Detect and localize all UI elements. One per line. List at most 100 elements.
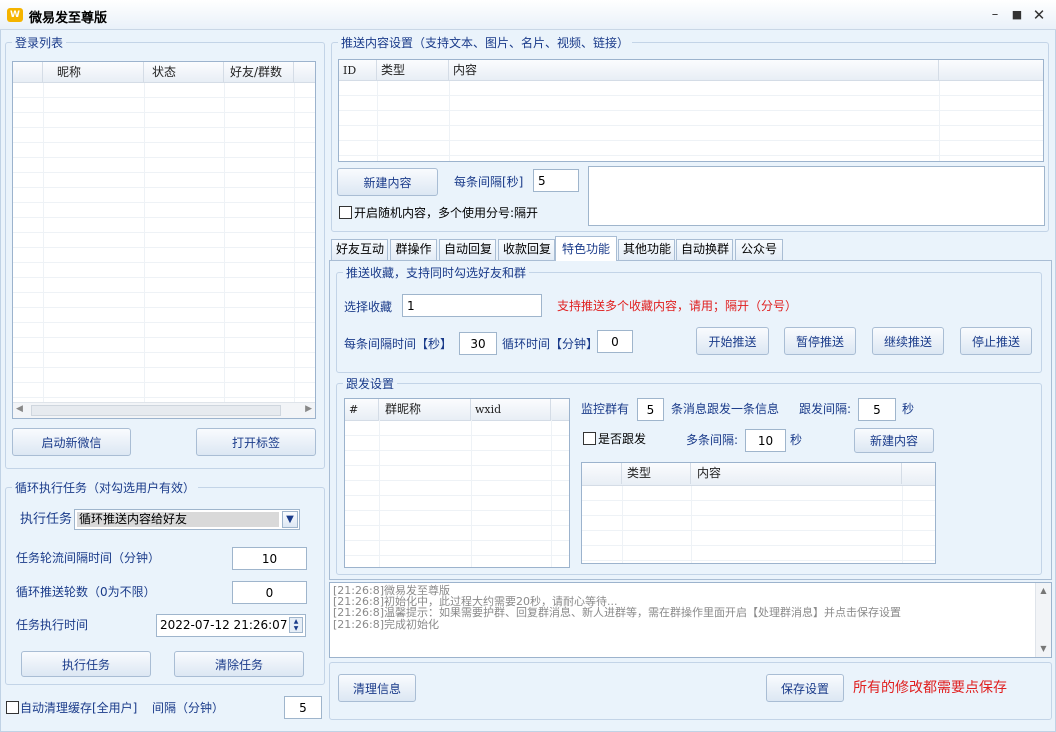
follow-checkbox-label: 是否跟发 [598,432,647,446]
start-new-wechat-button[interactable]: 启动新微信 [12,428,131,456]
interval-label: 任务轮流间隔时间（分钟） [16,551,161,565]
column-header-status[interactable]: 状态 [144,62,224,83]
tab-auto-switch-group[interactable]: 自动换群 [676,239,733,260]
exec-time-value: 2022-07-12 21:26:07 [160,618,288,632]
multi-interval-input[interactable] [745,429,786,452]
multi-interval-label: 多条间隔: [686,433,739,447]
interval-input[interactable] [232,547,307,570]
close-icon[interactable]: ✕ [1030,6,1048,24]
login-list-rows [13,83,315,402]
follow-content-rows [582,486,935,563]
scroll-thumb[interactable] [31,405,281,416]
tab-payment-reply[interactable]: 收款回复 [498,239,555,260]
auto-clean-checkbox[interactable] [6,701,19,714]
push-interval-label: 每条间隔[秒] [454,175,524,189]
clear-info-button[interactable]: 清理信息 [338,674,416,702]
spin-icon[interactable]: ▲ ▼ [289,617,303,633]
push-content-table[interactable]: ID 类型 内容 [338,59,1044,162]
column-header-id[interactable]: ID [339,60,377,81]
auto-clean-label: 自动清理缓存[全用户] [20,701,138,715]
log-line: [21:26:8]温馨提示：如果需要护群、回复群消息、新人进群等，需在群操作里面… [333,606,901,619]
scroll-left-icon[interactable]: ◀ [16,404,23,414]
follow-group-table[interactable]: # 群昵称 wxid [344,398,570,568]
open-tag-button[interactable]: 打开标签 [196,428,316,456]
column-header-nickname[interactable]: 昵称 [43,62,144,83]
stop-push-button[interactable]: 停止推送 [960,327,1032,355]
run-task-button[interactable]: 执行任务 [21,651,151,677]
random-content-label: 开启随机内容，多个使用分号:隔开 [354,206,539,220]
follow-content-table[interactable]: 类型 内容 [581,462,936,564]
scroll-up-icon[interactable]: ▲ [1036,584,1051,598]
column-header-group-nickname[interactable]: 群昵称 [379,399,471,420]
random-content-textarea[interactable] [588,166,1045,226]
column-header-blank[interactable] [582,463,622,484]
exec-time-picker[interactable]: 2022-07-12 21:26:07 ▲ ▼ [156,614,306,637]
start-push-button[interactable]: 开始推送 [696,327,769,355]
auto-clean-interval-label: 间隔（分钟） [152,701,225,715]
app-logo-icon: W [7,8,23,22]
column-header-extra[interactable] [939,60,1043,81]
save-settings-button[interactable]: 保存设置 [766,674,844,702]
favorite-cycle-label: 循环时间【分钟】 [502,337,599,351]
login-list-table[interactable]: 昵称 状态 好友/群数 ◀ ▶ [12,61,316,419]
clear-task-button[interactable]: 清除任务 [174,651,304,677]
pause-push-button[interactable]: 暂停推送 [784,327,856,355]
chevron-down-icon[interactable]: ▼ [282,511,298,528]
rounds-label: 循环推送轮数（0为不限） [16,585,156,599]
monitor-count-input[interactable] [637,398,664,421]
column-header-count[interactable]: 好友/群数 [224,62,294,83]
login-list-title: 登录列表 [12,34,67,51]
exec-time-label: 任务执行时间 [16,618,89,632]
column-header-extra[interactable] [902,463,935,484]
column-header-content[interactable]: 内容 [691,463,902,484]
follow-interval-label: 跟发间隔: [799,402,852,416]
follow-new-content-button[interactable]: 新建内容 [854,428,934,453]
push-content-title: 推送内容设置（支持文本、图片、名片、视频、链接） [338,34,633,51]
login-list-header: 昵称 状态 好友/群数 [13,62,315,83]
follow-content-header: 类型 内容 [582,463,935,486]
tab-special-features[interactable]: 特色功能 [555,236,617,261]
column-header-index[interactable]: # [345,399,379,420]
column-header-extra[interactable] [551,399,569,420]
title-bar: W 微易发至尊版 – ■ ✕ [0,0,1056,30]
scroll-down-icon[interactable]: ▼ [1036,642,1051,656]
push-interval-input[interactable] [533,169,579,192]
favorite-cycle-input[interactable] [597,330,633,353]
minimize-icon[interactable]: – [986,6,1004,24]
login-list-hscrollbar[interactable]: ◀ ▶ [13,402,315,418]
push-content-rows [339,81,1043,161]
favorite-hint: 支持推送多个收藏内容，请用；隔开（分号） [557,299,798,313]
tab-group-ops[interactable]: 群操作 [390,239,437,260]
tab-friend-interaction[interactable]: 好友互动 [331,239,388,260]
tab-other-features[interactable]: 其他功能 [618,239,675,260]
select-favorite-input[interactable] [402,294,542,317]
scroll-right-icon[interactable]: ▶ [305,404,312,414]
continue-push-button[interactable]: 继续推送 [872,327,944,355]
follow-group-header: # 群昵称 wxid [345,399,569,421]
tab-auto-reply[interactable]: 自动回复 [439,239,496,260]
column-header-wxid[interactable]: wxid [471,399,551,420]
favorite-interval-input[interactable] [459,332,497,355]
task-select[interactable]: 循环推送内容给好友 ▼ [74,509,300,530]
column-header[interactable] [13,62,43,83]
push-content-header: ID 类型 内容 [339,60,1043,81]
auto-clean-interval-input[interactable] [284,696,322,719]
log-output[interactable]: [21:26:8]微易发至尊版 [21:26:8]初始化中，此过程大约需要20秒… [329,582,1052,658]
column-header-type[interactable]: 类型 [622,463,691,484]
new-content-button[interactable]: 新建内容 [337,168,438,196]
select-favorite-label: 选择收藏 [344,300,393,314]
column-header-type[interactable]: 类型 [377,60,449,81]
column-header-content[interactable]: 内容 [449,60,939,81]
multi-interval-unit: 秒 [790,433,803,447]
follow-checkbox[interactable] [583,432,596,445]
follow-interval-input[interactable] [858,398,896,421]
rounds-input[interactable] [232,581,307,604]
task-label: 执行任务 [20,512,73,527]
log-line: [21:26:8]完成初始化 [333,618,439,631]
maximize-icon[interactable]: ■ [1008,6,1026,24]
tab-official-account[interactable]: 公众号 [735,239,783,260]
monitor-suffix-label: 条消息跟发一条信息 [671,402,780,416]
window-title: 微易发至尊版 [29,11,108,26]
random-content-checkbox[interactable] [339,206,352,219]
log-scrollbar[interactable]: ▲ ▼ [1035,583,1051,657]
